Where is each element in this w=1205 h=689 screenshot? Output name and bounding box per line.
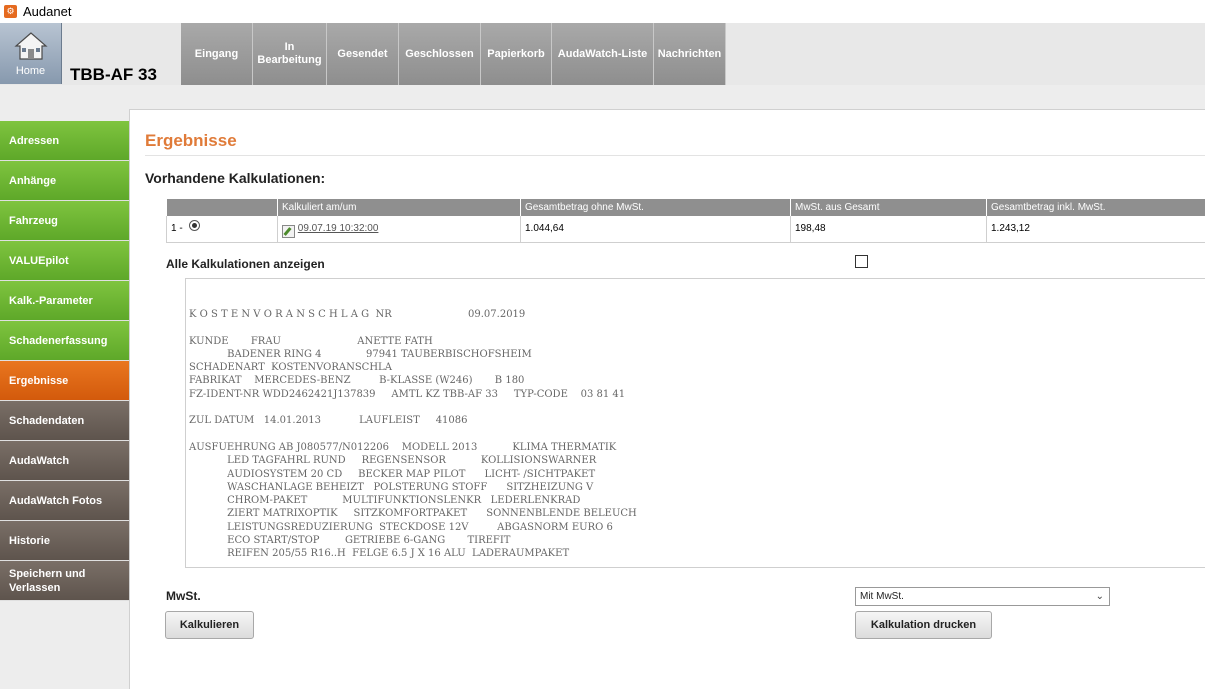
cost-estimate-text: K O S T E N V O R A N S C H L A G NR 09.… bbox=[189, 309, 637, 560]
show-all-checkbox[interactable] bbox=[855, 255, 868, 268]
tab-geschlossen[interactable]: Geschlossen bbox=[399, 23, 481, 85]
results-panel: Ergebnisse Vorhandene Kalkulationen: Kal… bbox=[129, 109, 1205, 689]
mwst-selected-value: Mit MwSt. bbox=[860, 591, 904, 602]
table-header-row: Kalkuliert am/um Gesamtbetrag ohne MwSt.… bbox=[166, 199, 1205, 216]
mwst-label: MwSt. bbox=[166, 589, 201, 603]
column-header-net: Gesamtbetrag ohne MwSt. bbox=[520, 199, 791, 216]
sidebar-item-adressen[interactable]: Adressen bbox=[0, 121, 129, 161]
chevron-down-icon: ⌄ bbox=[1095, 591, 1104, 602]
table-row: 1 - 09.07.19 10:32:00 1.044,64 198,48 1.… bbox=[166, 216, 1205, 243]
case-title: TBB-AF 33 bbox=[70, 65, 157, 84]
sidebar-item-anhaenge[interactable]: Anhänge bbox=[0, 161, 129, 201]
top-navigation-bar: Home TBB-AF 33 Eingang In Bearbeitung Ge… bbox=[0, 23, 1205, 85]
sidebar-item-fahrzeug[interactable]: Fahrzeug bbox=[0, 201, 129, 241]
tab-eingang[interactable]: Eingang bbox=[181, 23, 253, 85]
calculate-button[interactable]: Kalkulieren bbox=[165, 611, 254, 639]
row-vat-cell: 198,48 bbox=[790, 216, 987, 243]
row-select-cell: 1 - bbox=[166, 216, 278, 243]
sidebar-item-audawatch[interactable]: AudaWatch bbox=[0, 441, 129, 481]
sidebar-item-valuepilot[interactable]: VALUEpilot bbox=[0, 241, 129, 281]
sidebar-item-schadendaten[interactable]: Schadendaten bbox=[0, 401, 129, 441]
calculation-date-link[interactable]: 09.07.19 10:32:00 bbox=[298, 223, 379, 234]
sidebar-item-historie[interactable]: Historie bbox=[0, 521, 129, 561]
sidebar-item-schadenerfassung[interactable]: Schadenerfassung bbox=[0, 321, 129, 361]
tab-papierkorb[interactable]: Papierkorb bbox=[481, 23, 552, 85]
row-gross-cell: 1.243,12 bbox=[986, 216, 1205, 243]
mwst-select[interactable]: Mit MwSt. ⌄ bbox=[855, 587, 1110, 606]
row-index: 1 - bbox=[171, 223, 183, 235]
column-header-gross: Gesamtbetrag inkl. MwSt. bbox=[986, 199, 1205, 216]
tab-gesendet[interactable]: Gesendet bbox=[327, 23, 399, 85]
home-button[interactable]: Home bbox=[0, 23, 62, 84]
edit-icon[interactable] bbox=[282, 225, 295, 239]
sidebar-item-audawatch-fotos[interactable]: AudaWatch Fotos bbox=[0, 481, 129, 521]
window-title: Audanet bbox=[23, 4, 72, 19]
calculation-radio[interactable] bbox=[189, 220, 201, 232]
sidebar-item-speichern-und-verlassen[interactable]: Speichern und Verlassen bbox=[0, 561, 129, 601]
sidebar: Adressen Anhänge Fahrzeug VALUEpilot Kal… bbox=[0, 121, 139, 601]
home-label: Home bbox=[15, 65, 46, 77]
print-calculation-button[interactable]: Kalkulation drucken bbox=[855, 611, 992, 639]
row-net-cell: 1.044,64 bbox=[520, 216, 791, 243]
show-all-label: Alle Kalkulationen anzeigen bbox=[166, 257, 325, 271]
tab-in-bearbeitung[interactable]: In Bearbeitung bbox=[253, 23, 327, 85]
section-title: Vorhandene Kalkulationen: bbox=[145, 170, 326, 186]
column-header-select bbox=[166, 199, 278, 216]
top-tabs: Eingang In Bearbeitung Gesendet Geschlos… bbox=[181, 23, 726, 85]
calculations-table: Kalkuliert am/um Gesamtbetrag ohne MwSt.… bbox=[166, 199, 1205, 243]
column-header-date: Kalkuliert am/um bbox=[277, 199, 521, 216]
tab-audawatch-liste[interactable]: AudaWatch-Liste bbox=[552, 23, 654, 85]
house-icon bbox=[13, 32, 48, 60]
sidebar-item-kalk-parameter[interactable]: Kalk.-Parameter bbox=[0, 281, 129, 321]
sidebar-item-ergebnisse[interactable]: Ergebnisse bbox=[0, 361, 139, 401]
page-title: Ergebnisse bbox=[145, 131, 237, 150]
row-date-cell: 09.07.19 10:32:00 bbox=[277, 216, 521, 243]
audanet-app-icon: ⚙ bbox=[4, 5, 17, 18]
title-divider bbox=[145, 155, 1205, 156]
cost-estimate-document[interactable]: K O S T E N V O R A N S C H L A G NR 09.… bbox=[185, 278, 1205, 568]
tab-nachrichten[interactable]: Nachrichten bbox=[654, 23, 726, 85]
column-header-vat: MwSt. aus Gesamt bbox=[790, 199, 987, 216]
window-titlebar: ⚙ Audanet bbox=[0, 0, 1205, 23]
